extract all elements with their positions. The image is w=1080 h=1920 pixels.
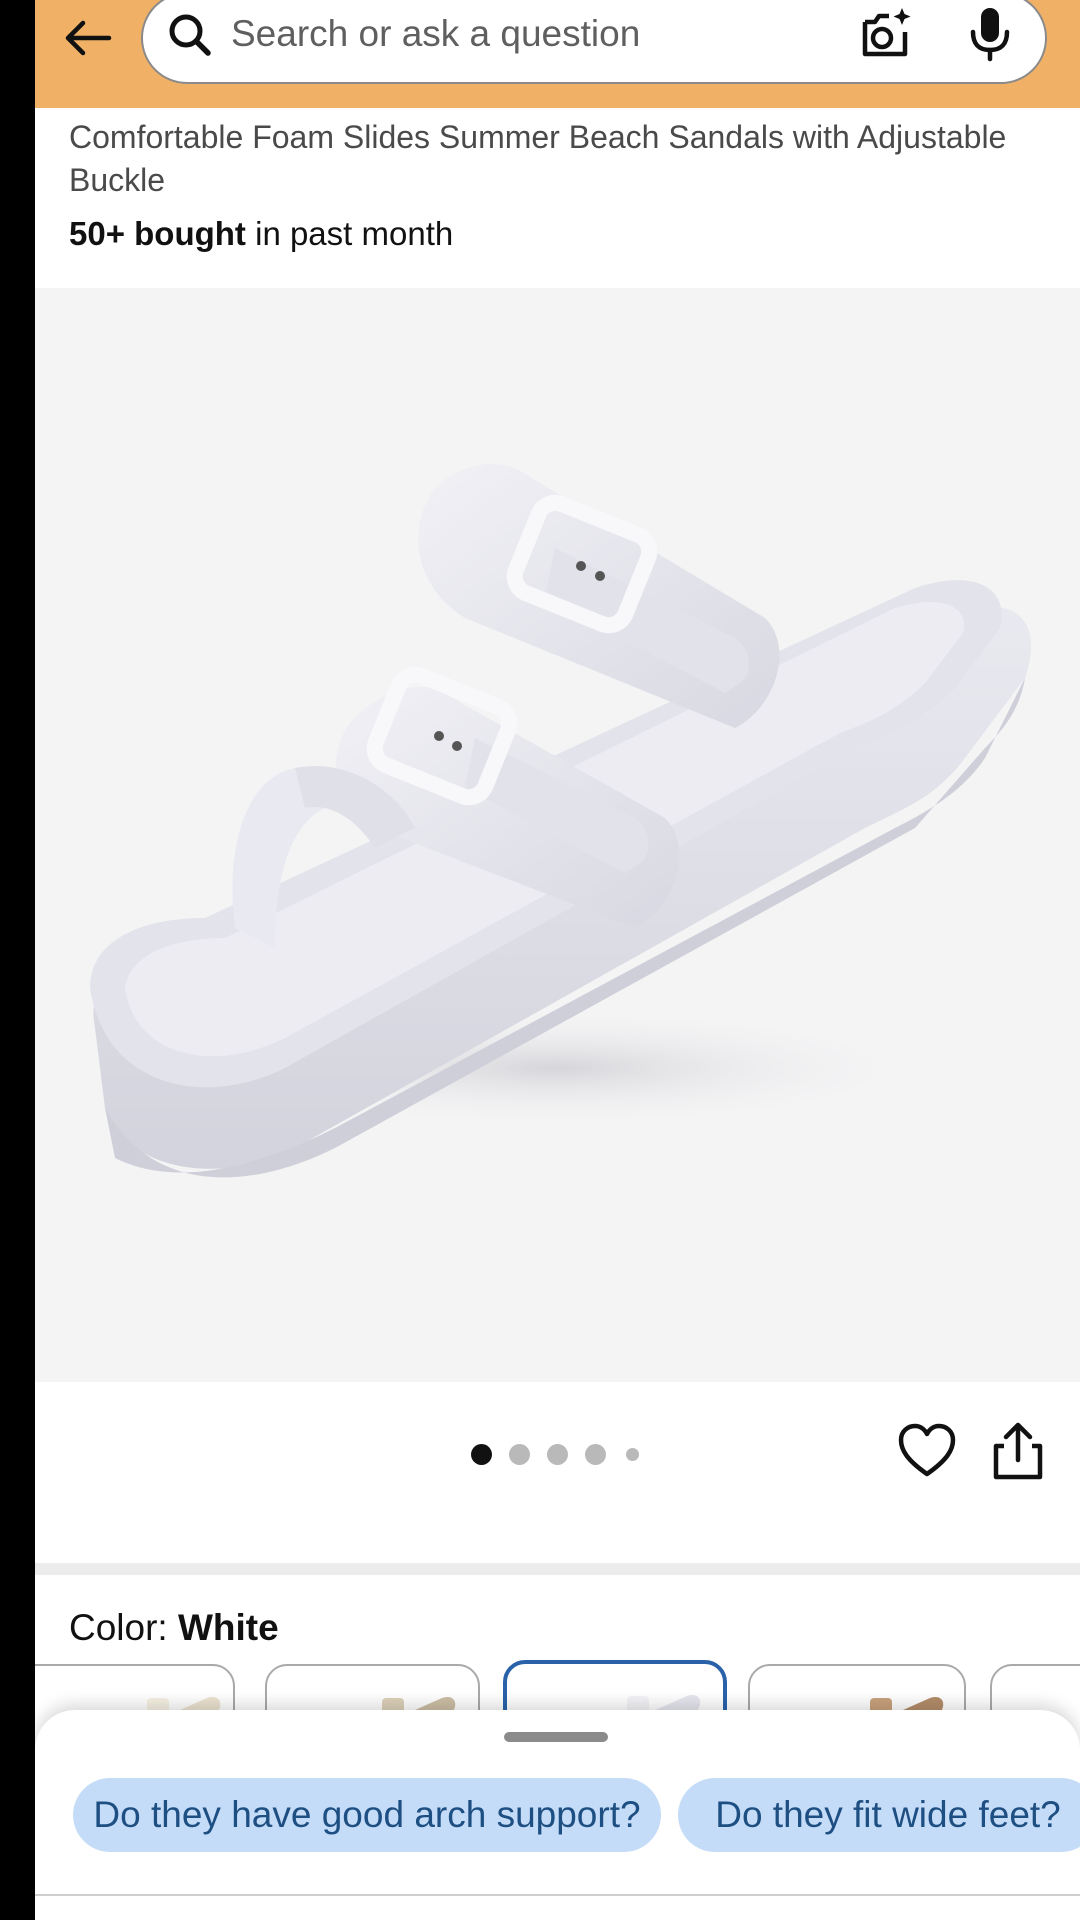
pagination-dot-3[interactable] [547,1444,568,1465]
product-screen: Comfortable Foam Slides Summer Beach San… [35,0,1080,1920]
question-chip-arch-support-label: Do they have good arch support? [93,1794,641,1835]
search-input[interactable] [231,8,791,60]
sheet-drag-handle[interactable] [504,1732,608,1742]
bought-count: 50+ bought in past month [69,215,453,253]
search-bar[interactable] [141,0,1047,84]
pagination-dot-2[interactable] [509,1444,530,1465]
top-header [35,0,1080,108]
sheet-divider [35,1894,1080,1896]
bought-bold: 50+ bought [69,215,246,252]
color-label-prefix: Color: [69,1607,178,1648]
section-divider [35,1563,1080,1575]
question-chip-wide-feet-label: Do they fit wide feet? [715,1794,1061,1835]
color-label: Color: White [69,1607,279,1649]
back-arrow-icon [65,20,112,56]
color-selected-value: White [177,1607,279,1648]
microphone-icon[interactable] [965,4,1015,64]
camera-sparkle-icon[interactable] [855,4,915,64]
product-title[interactable]: Comfortable Foam Slides Summer Beach San… [69,116,1029,202]
back-button[interactable] [53,8,123,68]
pagination-dot-5[interactable] [626,1448,639,1461]
sandal-image [90,464,1031,1178]
ask-questions-sheet: Do they have good arch support? Do they … [35,1710,1080,1920]
product-image-gallery[interactable] [35,288,1080,1382]
share-icon[interactable] [990,1420,1046,1482]
bought-rest: in past month [245,215,454,252]
question-chip-arch-support[interactable]: Do they have good arch support? [73,1778,661,1852]
question-chip-wide-feet[interactable]: Do they fit wide feet? [678,1778,1080,1852]
heart-icon[interactable] [897,1422,957,1482]
pagination-dot-4[interactable] [585,1444,606,1465]
pagination-dot-1[interactable] [471,1444,492,1465]
search-icon [169,14,211,56]
